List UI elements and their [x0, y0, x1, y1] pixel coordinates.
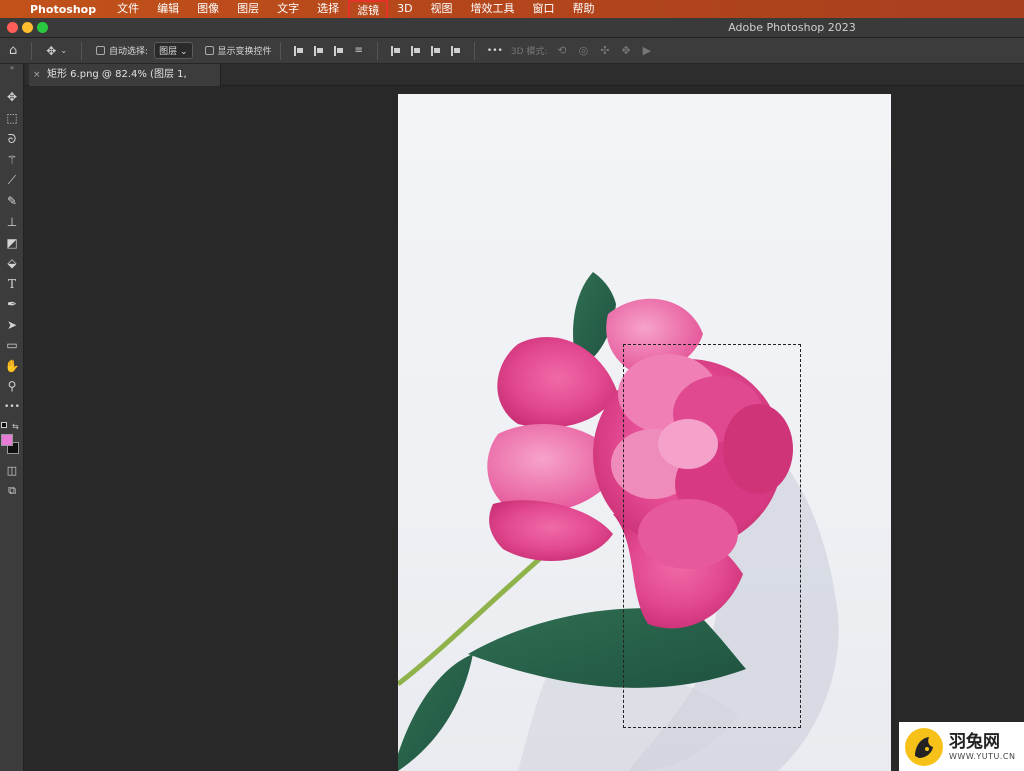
paint-bucket-tool-icon[interactable]: ⬙	[2, 254, 22, 272]
slide-3d-icon[interactable]: ✥	[621, 44, 630, 57]
pan-3d-icon[interactable]: ✣	[600, 44, 609, 57]
menu-file[interactable]: 文件	[108, 0, 148, 18]
more-tools-icon[interactable]: •••	[2, 398, 22, 416]
document-tab-bar: × 矩形 6.png @ 82.4% (图层 1, RGB/8#)	[25, 64, 1024, 102]
rectangle-tool-icon[interactable]: ▭	[2, 336, 22, 354]
scale-3d-icon[interactable]: ▶	[643, 44, 651, 57]
document-workspace[interactable]	[25, 86, 1024, 771]
type-tool-icon[interactable]: T	[2, 275, 22, 293]
auto-select-dropdown[interactable]: 图层 ⌄	[154, 42, 193, 59]
auto-select-value: 图层	[159, 47, 178, 57]
collapse-panel-icon[interactable]: »	[0, 64, 24, 74]
divider	[81, 41, 83, 60]
menu-help[interactable]: 帮助	[564, 0, 604, 18]
divider	[473, 41, 475, 60]
menu-app-name[interactable]: Photoshop	[30, 3, 96, 16]
align-vertical-center-icon[interactable]	[410, 45, 421, 56]
hand-tool-icon[interactable]: ✋	[2, 357, 22, 375]
magic-wand-tool-icon[interactable]: ⚚	[2, 151, 22, 169]
lasso-tool-icon[interactable]: ᘐ	[2, 130, 22, 148]
move-tool-icon[interactable]: ✥	[2, 88, 22, 106]
watermark-url: WWW.YUTU.CN	[949, 752, 1016, 761]
petal	[489, 500, 613, 561]
divider	[31, 41, 33, 60]
tools-panel: » ✥ ⬚ ᘐ ⚚ ⟋ ✎ ⊥ ◩ ⬙ T ✒ ➤ ▭ ✋ ⚲ ••• ⇆ ◫ …	[0, 64, 24, 771]
menu-type[interactable]: 文字	[268, 0, 308, 18]
zoom-tool-icon[interactable]: ⚲	[2, 377, 22, 395]
menu-edit[interactable]: 编辑	[148, 0, 188, 18]
distribute-vertical-icon[interactable]: ≡	[355, 45, 363, 56]
window-title: Adobe Photoshop 2023	[728, 21, 856, 34]
watermark: 羽兔网 WWW.YUTU.CN	[899, 722, 1024, 771]
move-tool-preset-icon[interactable]: ✥	[46, 44, 56, 58]
menu-layer[interactable]: 图层	[228, 0, 268, 18]
rabbit-logo-icon	[905, 727, 943, 766]
path-selection-tool-icon[interactable]: ➤	[2, 316, 22, 334]
menu-plugins[interactable]: 增效工具	[462, 0, 524, 18]
show-transform-checkbox[interactable]	[204, 46, 214, 55]
window-titlebar: Adobe Photoshop 2023	[0, 18, 1024, 38]
roll-3d-icon[interactable]: ◎	[579, 44, 589, 57]
align-left-icon[interactable]	[293, 45, 304, 56]
watermark-name: 羽兔网	[949, 732, 1000, 752]
document-tab[interactable]: × 矩形 6.png @ 82.4% (图层 1, RGB/8#)	[29, 64, 221, 102]
foreground-color-swatch[interactable]	[1, 434, 13, 446]
menu-bar: Photoshop 文件 编辑 图像 图层 文字 选择 滤镜 3D 视图 增效工…	[0, 0, 1024, 22]
menu-select[interactable]: 选择	[308, 0, 348, 18]
auto-select-label: 自动选择:	[109, 47, 149, 57]
screen-mode-icon[interactable]: ⧉	[2, 482, 22, 500]
align-top-icon[interactable]	[390, 45, 401, 56]
watermark-text: 羽兔网 WWW.YUTU.CN	[949, 732, 1015, 761]
rectangular-marquee-tool-icon[interactable]: ⬚	[2, 109, 22, 127]
show-transform-label: 显示变换控件	[217, 47, 272, 57]
3d-mode-label: 3D 模式:	[510, 47, 548, 57]
marquee-selection[interactable]	[623, 344, 801, 728]
align-horizontal-center-icon[interactable]	[313, 45, 324, 56]
menu-3d[interactable]: 3D	[388, 0, 421, 18]
align-right-icon[interactable]	[333, 45, 344, 56]
clone-stamp-tool-icon[interactable]: ⊥	[2, 213, 22, 231]
close-tab-icon[interactable]: ×	[33, 64, 41, 86]
default-colors-icon[interactable]	[1, 422, 7, 428]
chevron-down-icon[interactable]: ⌄	[60, 46, 67, 55]
quick-mask-icon[interactable]: ◫	[2, 462, 22, 480]
petal	[497, 337, 618, 428]
home-icon[interactable]: ⌂	[9, 43, 17, 58]
distribute-horizontal-icon[interactable]	[450, 45, 461, 56]
divider	[376, 41, 378, 60]
bottom-left-leaf	[398, 654, 473, 771]
divider	[279, 41, 281, 60]
more-options-button[interactable]: •••	[487, 46, 503, 56]
brush-tool-icon[interactable]: ✎	[2, 192, 22, 210]
menu-image[interactable]: 图像	[188, 0, 228, 18]
menu-view[interactable]: 视图	[422, 0, 462, 18]
orbit-3d-icon[interactable]: ⟲	[557, 44, 566, 57]
pen-tool-icon[interactable]: ✒	[2, 295, 22, 313]
menu-window[interactable]: 窗口	[524, 0, 564, 18]
eyedropper-tool-icon[interactable]: ⟋	[2, 171, 22, 189]
auto-select-checkbox[interactable]	[96, 46, 106, 55]
options-bar: ⌂ ✥ ⌄ 自动选择: 图层 ⌄ 显示变换控件 ≡ ••• 3D 模式: ⟲ ◎…	[0, 38, 1024, 64]
swap-colors-icon[interactable]: ⇆	[12, 422, 19, 431]
eraser-tool-icon[interactable]: ◩	[2, 234, 22, 252]
align-bottom-icon[interactable]	[430, 45, 441, 56]
